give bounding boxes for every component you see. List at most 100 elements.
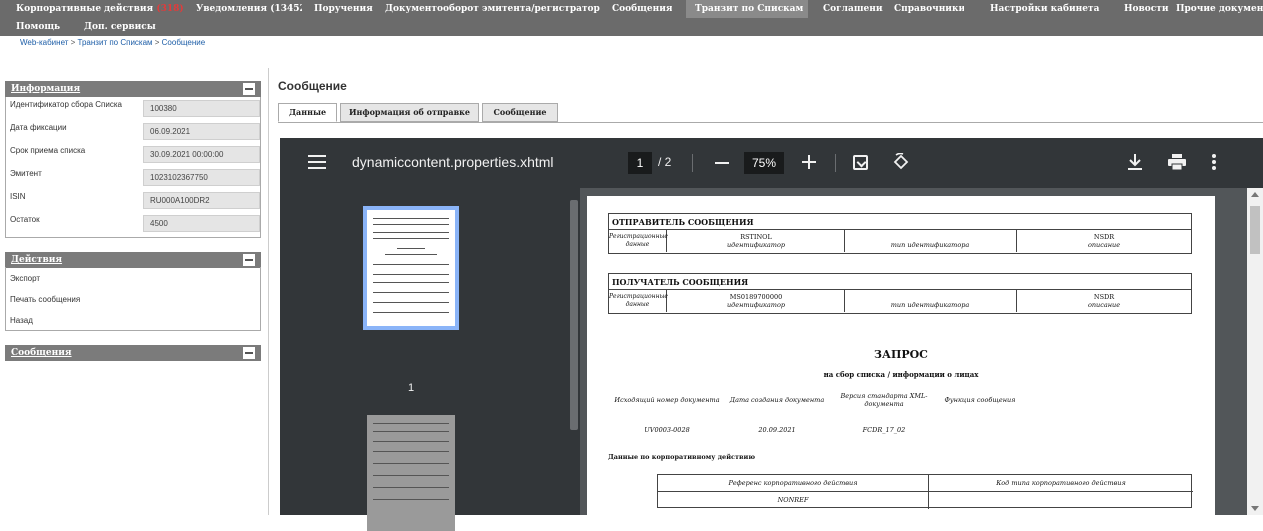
sender-row: Регистрационные данные RSTINOL идентифик… (609, 230, 1191, 252)
thumbnail-content (373, 499, 449, 500)
breadcrumb-home-link[interactable]: Web-кабинет (20, 38, 68, 47)
nav-issuer-docflow[interactable]: Документооборот эмитента/регистратора (385, 0, 600, 18)
messages-panel-header: Сообщения (5, 345, 261, 361)
zoom-in-icon[interactable] (802, 155, 816, 169)
nav-help[interactable]: Помощь (16, 18, 66, 36)
sender-type-caption: тип идентификатора (890, 241, 970, 249)
nav-orders[interactable]: Поручения (314, 0, 374, 18)
menu-icon[interactable] (308, 155, 326, 169)
page-title: Сообщение (278, 79, 347, 93)
thumbnail-content (373, 463, 449, 464)
page-scrollbar[interactable] (1247, 188, 1263, 515)
zoom-out-icon[interactable] (715, 162, 729, 164)
info-row-isin: ISIN RU000A100DR2 (6, 189, 260, 213)
meta-value: UV0003-0028 (644, 426, 690, 434)
recipient-type-caption: тип идентификатора (890, 301, 970, 309)
meta-label: Дата создания документа (729, 396, 825, 404)
info-label: Срок приема списка (10, 146, 86, 155)
info-value: 4500 (143, 215, 260, 232)
messages-panel-title: Сообщения (11, 348, 72, 358)
print-message-action[interactable]: Печать сообщения (10, 295, 80, 304)
recipient-row-label: Регистрационные данные (609, 290, 668, 312)
back-action[interactable]: Назад (10, 316, 33, 325)
thumbnail-content (373, 238, 449, 239)
info-row-balance: Остаток 4500 (6, 212, 260, 236)
toolbar-divider (692, 154, 693, 172)
more-icon[interactable] (1212, 154, 1216, 170)
scroll-down-icon[interactable] (1251, 506, 1259, 511)
page-thumbnail[interactable] (363, 206, 459, 330)
breadcrumb-separator: > (152, 38, 162, 47)
thumbnail-content (373, 218, 449, 219)
meta-label: Исходящий номер документа (614, 396, 720, 404)
page-thumbnail[interactable] (367, 415, 455, 531)
panel-splitter[interactable] (268, 68, 274, 515)
collapse-icon[interactable] (243, 347, 255, 359)
ca-header: Код типа корпоративного действия (996, 479, 1126, 487)
actions-panel-title: Действия (11, 255, 63, 265)
nav-reference-books[interactable]: Справочники (894, 0, 964, 18)
download-icon[interactable] (1127, 153, 1143, 171)
nav-agreements[interactable]: Соглашения (823, 0, 883, 18)
sender-desc-caption: описание (1087, 241, 1121, 249)
breadcrumb-separator: > (68, 38, 78, 47)
info-label: Эмитент (10, 169, 42, 178)
thumbnail-content (373, 312, 449, 313)
corporate-action-section: Данные по корпоративному действию (608, 453, 756, 461)
info-value: 1023102367750 (143, 169, 260, 186)
ca-header: Референс корпоративного действия (728, 479, 858, 487)
thumbnail-content (385, 254, 437, 255)
pdf-toolbar: dynamiccontent.properties.xhtml 1 / 2 75… (280, 138, 1263, 188)
page-number-input[interactable]: 1 (628, 152, 652, 174)
nav-notifications[interactable]: Уведомления (13452) (196, 0, 302, 18)
nav-extra-services[interactable]: Доп. сервисы (84, 18, 164, 36)
rotate-icon[interactable] (892, 153, 910, 171)
info-value: RU000A100DR2 (143, 192, 260, 209)
ca-value: NONREF (777, 496, 809, 504)
nav-corporate-actions[interactable]: Корпоративные действия (318) (16, 0, 192, 18)
nav-label: Корпоративные действия (16, 4, 154, 14)
fit-page-icon[interactable] (853, 155, 868, 170)
collapse-icon[interactable] (243, 254, 255, 266)
thumbnail-content (373, 302, 449, 303)
tab-data[interactable]: Данные (278, 103, 337, 122)
nav-other-documents[interactable]: Прочие документы (1176, 0, 1263, 18)
thumbnail-content (373, 431, 449, 432)
info-panel-title: Информация (11, 84, 81, 94)
scrollbar-thumb[interactable] (570, 200, 578, 430)
document-subtitle: на сбор списка / информации о лицах (823, 370, 979, 379)
sender-type: тип идентификатора (845, 241, 1015, 249)
breadcrumb-list-transit-link[interactable]: Транзит по Спискам (78, 38, 153, 47)
export-action[interactable]: Экспорт (10, 274, 40, 283)
info-label: Остаток (10, 215, 40, 224)
scrollbar-thumb[interactable] (1250, 206, 1260, 254)
thumbnail-page-number: 1 (407, 382, 415, 394)
zoom-input[interactable]: 75% (744, 152, 784, 174)
nav-list-transit[interactable]: Транзит по Спискам (686, 0, 808, 18)
thumbnail-content (373, 487, 449, 488)
info-row-fix-date: Дата фиксации 06.09.2021 (6, 120, 260, 144)
toolbar-divider (835, 154, 836, 172)
nav-badge: (318) (156, 4, 184, 14)
thumbnail-sidebar: 1 (280, 188, 568, 531)
nav-messages[interactable]: Сообщения (612, 0, 672, 18)
scroll-up-icon[interactable] (1251, 192, 1259, 197)
pdf-viewer: dynamiccontent.properties.xhtml 1 / 2 75… (280, 138, 1263, 531)
recipient-type: тип идентификатора (845, 301, 1015, 309)
tab-message[interactable]: Сообщение (482, 103, 558, 122)
thumbnail-content (373, 264, 449, 265)
corporate-action-table: Референс корпоративного действия Код тип… (657, 474, 1193, 509)
top-navigation: Корпоративные действия (318) Уведомления… (0, 0, 1263, 36)
tab-sending-info[interactable]: Информация об отправке (340, 103, 479, 122)
print-icon[interactable] (1168, 154, 1186, 170)
nav-cabinet-settings[interactable]: Настройки кабинета (990, 0, 1102, 18)
info-row-deadline: Срок приема списка 30.09.2021 00:00:00 (6, 143, 260, 167)
table-divider (658, 491, 1193, 492)
sender-row-label: Регистрационные данные (609, 230, 668, 252)
thumbnail-scrollbar[interactable] (568, 188, 580, 515)
sender-header: ОТПРАВИТЕЛЬ СООБЩЕНИЯ (609, 214, 1191, 230)
info-label: ISIN (10, 192, 26, 201)
nav-news[interactable]: Новости (1124, 0, 1170, 18)
pdf-page: ОТПРАВИТЕЛЬ СООБЩЕНИЯ Регистрационные да… (587, 196, 1215, 515)
collapse-icon[interactable] (243, 83, 255, 95)
